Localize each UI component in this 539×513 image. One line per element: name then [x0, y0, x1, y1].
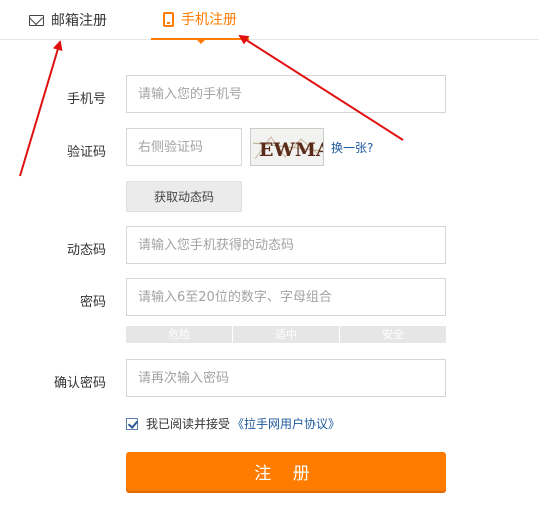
dynamic-code-field[interactable]	[126, 226, 446, 264]
dynamic-code-label: 动态码	[66, 243, 106, 258]
phone-input[interactable]	[138, 86, 445, 102]
captcha-field[interactable]	[126, 128, 242, 166]
agreement-row: 我已阅读并接受 《拉手网用户协议》	[126, 415, 340, 432]
confirm-password-label: 确认密码	[53, 376, 106, 391]
captcha-input[interactable]	[138, 139, 241, 155]
tab-email-register[interactable]: 邮箱注册	[29, 0, 107, 40]
refresh-captcha-link[interactable]: 换一张?	[331, 139, 373, 156]
password-input[interactable]	[138, 289, 445, 305]
phone-field[interactable]	[126, 75, 446, 113]
password-label: 密码	[79, 295, 106, 310]
registration-tabs: 邮箱注册 手机注册	[0, 0, 539, 44]
phone-label: 手机号	[66, 92, 106, 107]
captcha-text: EWMA	[259, 139, 324, 161]
password-strength-meter: 危险 适中 安全	[126, 326, 446, 343]
strength-medium: 适中	[233, 326, 340, 343]
strength-strong: 安全	[382, 328, 404, 341]
register-button[interactable]: 注 册	[126, 452, 446, 491]
strength-weak: 危险	[126, 326, 233, 343]
tab-phone-register[interactable]: 手机注册	[151, 0, 249, 40]
confirm-password-field[interactable]	[126, 359, 446, 397]
captcha-label: 验证码	[66, 145, 106, 160]
agreement-text: 我已阅读并接受	[146, 417, 231, 431]
envelope-icon	[29, 14, 44, 26]
tab-email-label: 邮箱注册	[51, 13, 107, 29]
confirm-password-input[interactable]	[138, 370, 445, 386]
get-dynamic-code-button[interactable]: 获取动态码	[126, 181, 242, 212]
agreement-checkbox[interactable]	[126, 417, 138, 430]
mobile-phone-icon	[163, 11, 174, 27]
dynamic-code-input[interactable]	[138, 237, 445, 253]
active-tab-caret	[196, 39, 206, 44]
tab-phone-label: 手机注册	[181, 12, 237, 28]
password-field[interactable]	[126, 278, 446, 316]
user-agreement-link[interactable]: 《拉手网用户协议》	[232, 415, 340, 432]
captcha-image[interactable]: EWMA	[250, 128, 324, 166]
